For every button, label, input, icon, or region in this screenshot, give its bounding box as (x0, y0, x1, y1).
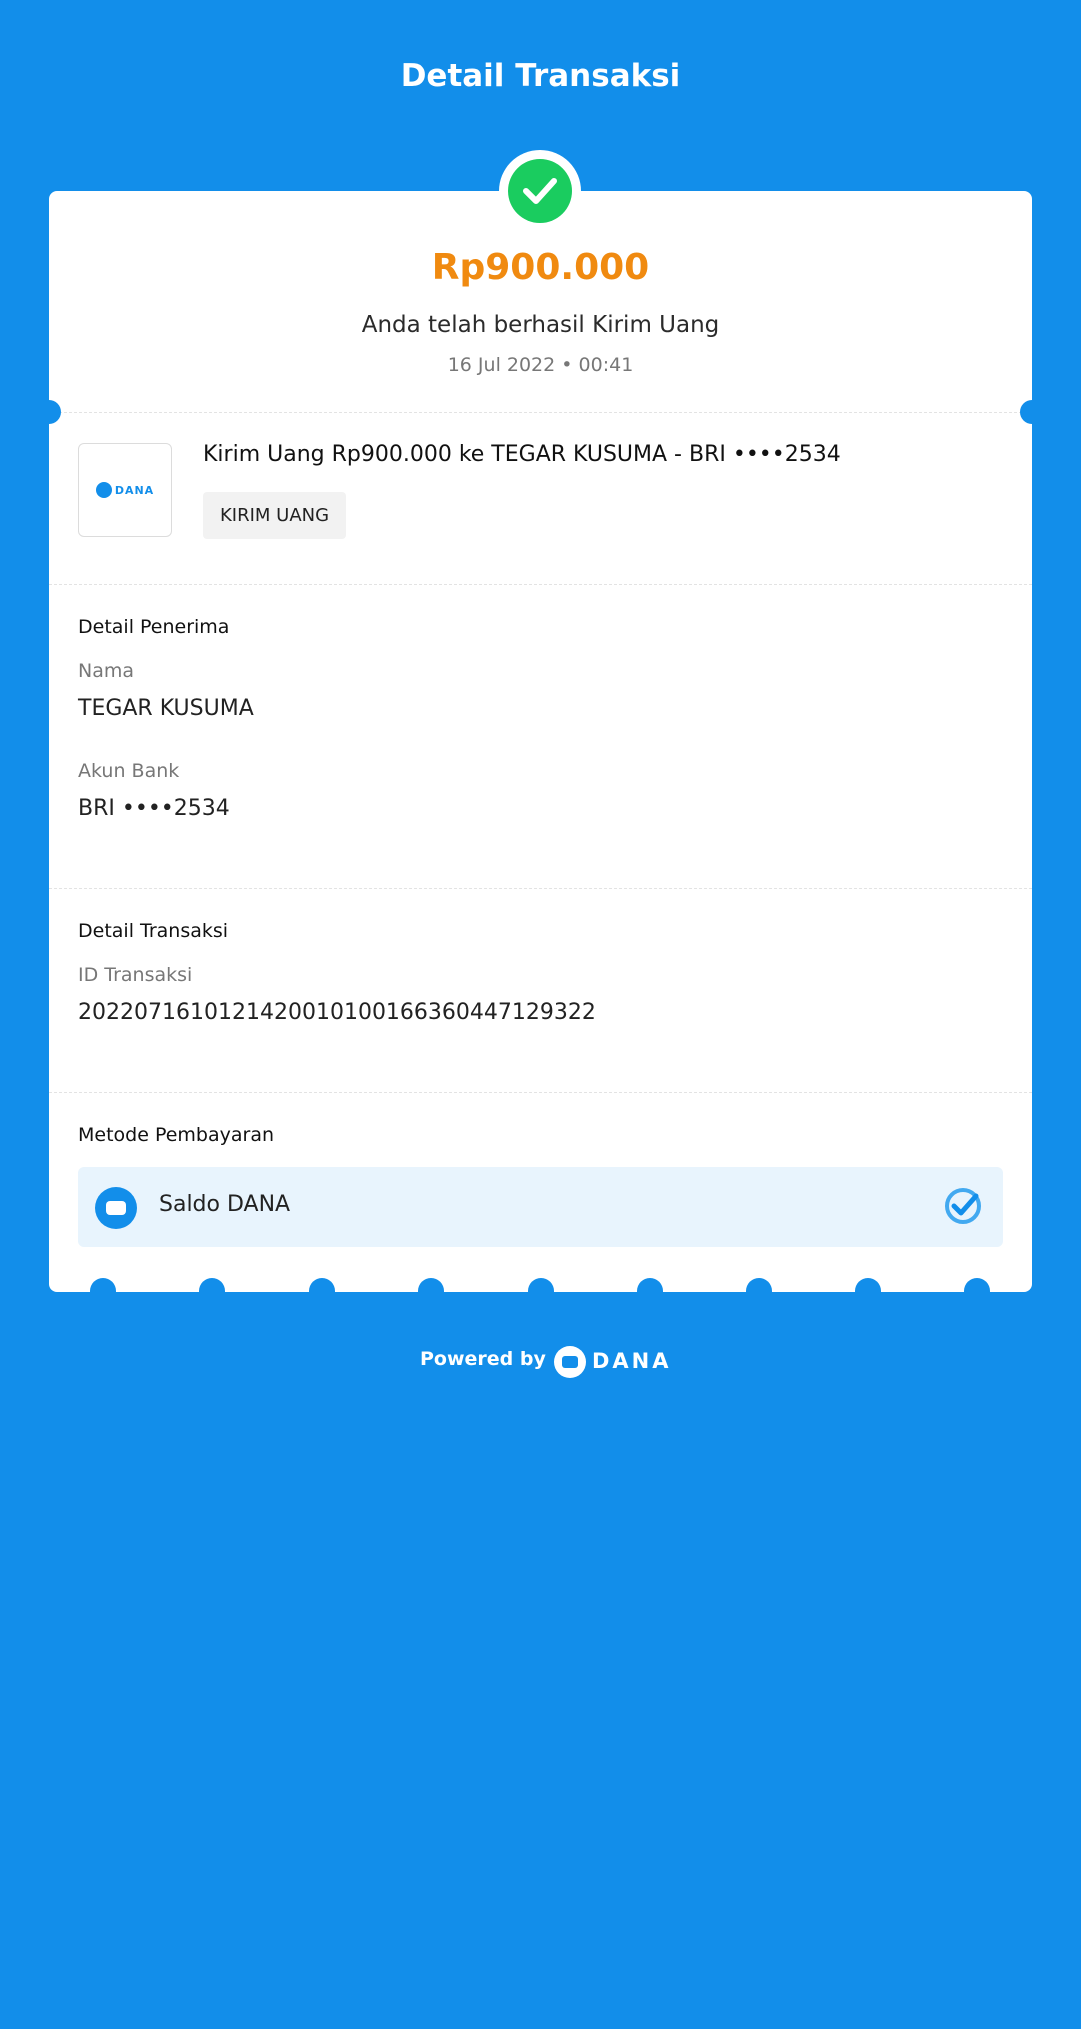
dana-logo-icon: DANA (78, 443, 172, 537)
success-message: Anda telah berhasil Kirim Uang (361, 312, 720, 338)
transaction-title: Kirim Uang Rp900.000 ke TEGAR KUSUMA - B… (203, 442, 841, 467)
ticket-scallop-edge (0, 1278, 1081, 1292)
payment-section-title: Metode Pembayaran (78, 1124, 275, 1146)
payment-method-row[interactable]: Saldo DANA (78, 1167, 1003, 1247)
divider (49, 1092, 1032, 1093)
dana-logo-text: DANA (114, 483, 155, 497)
recipient-name-label: Nama (78, 660, 135, 682)
transaction-card: Rp900.000 Anda telah berhasil Kirim Uang… (49, 191, 1032, 1292)
check-circle-icon (945, 1188, 981, 1224)
dana-mark-icon (95, 482, 112, 498)
page-title: Detail Transaksi (400, 58, 681, 94)
details-section-title: Detail Transaksi (78, 920, 229, 942)
powered-by-label: Powered by (420, 1348, 546, 1370)
transaction-datetime: 16 Jul 2022 • 00:41 (447, 354, 634, 376)
recipient-bank-value: BRI ••••2534 (78, 796, 230, 821)
transaction-amount: Rp900.000 (431, 247, 650, 288)
divider (49, 888, 1032, 889)
ticket-notch-right (1020, 400, 1044, 424)
recipient-bank-label: Akun Bank (78, 760, 180, 782)
wallet-icon (95, 1187, 137, 1229)
transaction-id-label: ID Transaksi (78, 964, 193, 986)
dana-brand-text: DANA (592, 1349, 672, 1373)
ticket-notch-left (37, 400, 61, 424)
divider (49, 584, 1032, 585)
transaction-type-tag: KIRIM UANG (203, 492, 347, 539)
recipient-name-value: TEGAR KUSUMA (78, 696, 254, 721)
payment-method-label: Saldo DANA (159, 1192, 291, 1217)
dana-logo-icon (554, 1346, 586, 1378)
recipient-section-title: Detail Penerima (78, 616, 230, 638)
divider (49, 412, 1032, 413)
transaction-id-value: 2022071610121420010100166360447129322 (78, 1000, 596, 1025)
success-check-icon (499, 150, 581, 232)
